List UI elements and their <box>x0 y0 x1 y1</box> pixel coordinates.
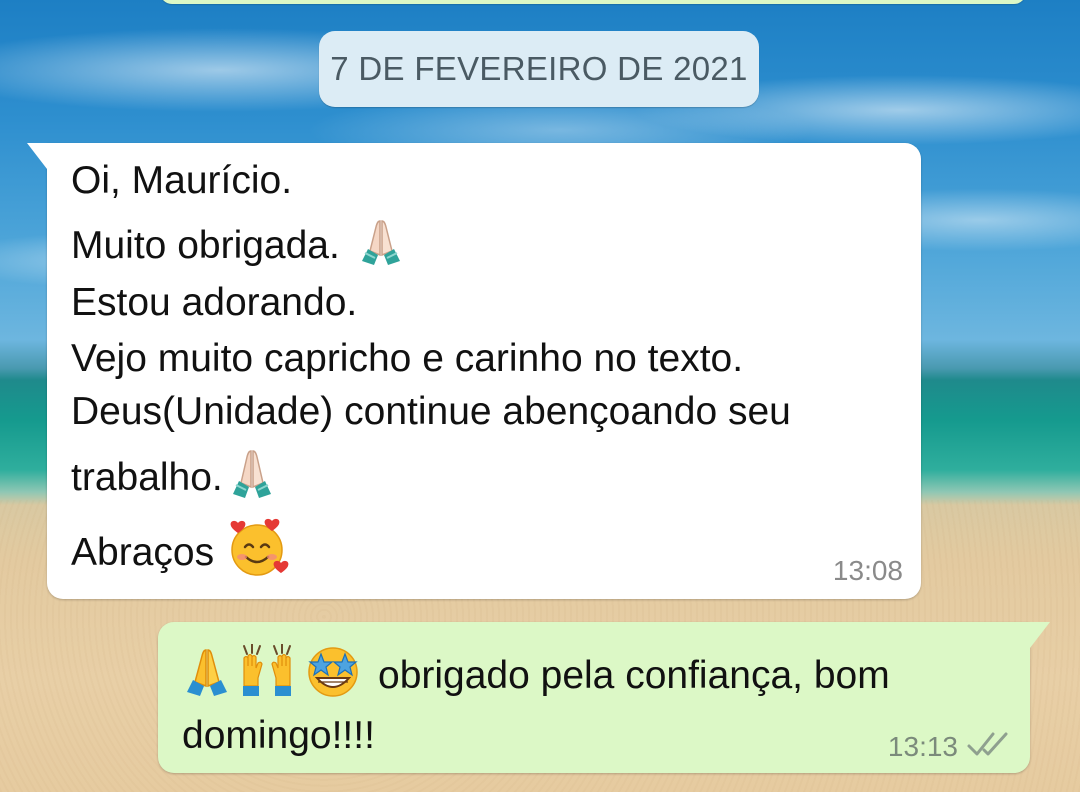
message-timestamp: 13:13 <box>887 730 958 762</box>
message-text: Vejo muito capricho e carinho no texto. <box>71 337 744 380</box>
message-line: Oi, Maurício. <box>71 159 292 203</box>
message-timestamp: 13:08 <box>832 555 903 586</box>
message-line: Vejo muito capricho e carinho no texto. <box>71 337 743 381</box>
smiling-face-with-hearts-icon <box>226 517 290 589</box>
message-text: Muito obrigada. <box>71 224 340 267</box>
date-separator: 7 DE FEVEREIRO DE 2021 <box>319 31 759 107</box>
message-text: Oi, Maurício. <box>71 159 293 202</box>
folded-hands-icon <box>356 215 406 277</box>
message-line: obrigado pela confiança, bom <box>182 643 890 708</box>
raising-hands-icon <box>238 643 296 708</box>
message-text: obrigado pela confiança, bom <box>378 654 890 697</box>
double-check-read-icon <box>966 730 1012 763</box>
message-line: trabalho. <box>71 445 277 511</box>
message-text: Estou adorando. <box>71 281 358 324</box>
folded-hands-icon <box>182 644 232 708</box>
message-text: Deus(Unidade) continue abençoando seu <box>71 390 791 433</box>
previous-message-bubble[interactable] <box>160 0 1026 4</box>
folded-hands-icon <box>227 445 277 511</box>
message-text: trabalho. <box>71 456 223 499</box>
incoming-message-bubble[interactable]: Oi, Maurício. Muito obrigada. Estou ador… <box>27 143 921 599</box>
message-line: domingo!!!! <box>182 714 375 758</box>
message-text: Abraços <box>71 531 215 574</box>
message-line: Muito obrigada. <box>71 215 406 277</box>
star-struck-icon <box>302 644 364 708</box>
message-line: Abraços <box>71 517 290 589</box>
date-separator-label: 7 DE FEVEREIRO DE 2021 <box>330 50 748 87</box>
message-meta: 13:13 <box>888 730 1012 763</box>
message-line: Deus(Unidade) continue abençoando seu <box>71 390 791 434</box>
outgoing-message-bubble[interactable]: obrigado pela confiança, bom domingo!!!!… <box>158 622 1050 773</box>
message-text: domingo!!!! <box>182 714 375 757</box>
message-line: Estou adorando. <box>71 281 357 325</box>
